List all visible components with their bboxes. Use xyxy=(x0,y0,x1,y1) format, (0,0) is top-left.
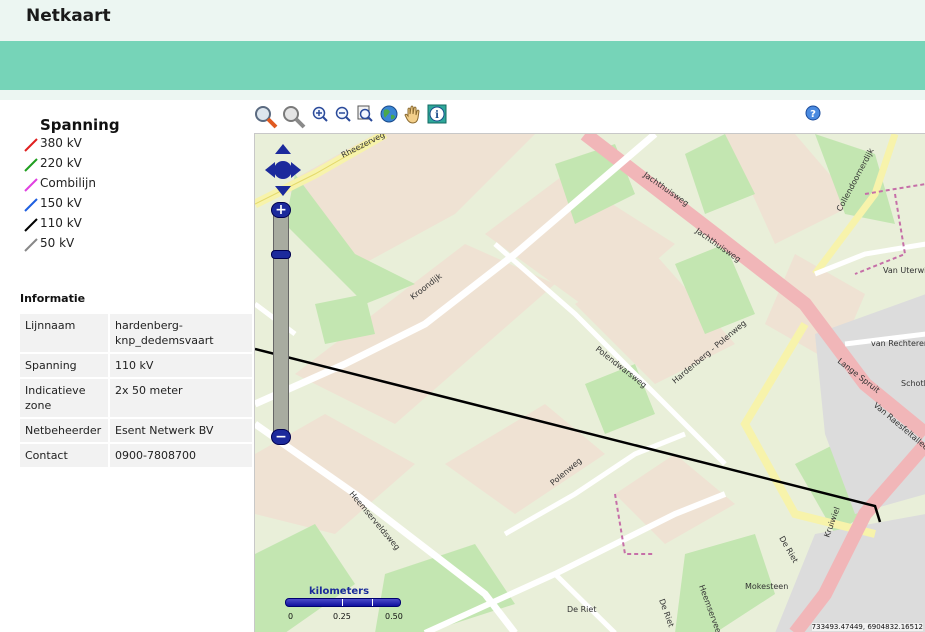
scale-tick xyxy=(342,599,343,606)
info-value: hardenberg-knp_dedemsvaart xyxy=(110,314,252,352)
map-basemap[interactable]: Rheezerveg Kroondijk Jachthuisweg Jachth… xyxy=(255,134,925,632)
table-row: Lijnnaam hardenberg-knp_dedemsvaart xyxy=(20,314,252,352)
zoom-out-icon[interactable] xyxy=(334,104,352,126)
scale-tick-label: 0.50 xyxy=(385,612,403,621)
zoom-plus-button[interactable]: + xyxy=(271,202,291,218)
line-swatch-icon xyxy=(24,238,38,252)
scale-tick-label: 0.25 xyxy=(333,612,351,621)
legend-label: 50 kV xyxy=(40,236,75,250)
table-row: Contact 0900-7808700 xyxy=(20,444,252,467)
legend-label: 380 kV xyxy=(40,136,82,150)
info-key: Contact xyxy=(20,444,110,467)
line-swatch-icon xyxy=(24,138,38,152)
page-header: Netkaart xyxy=(0,0,925,41)
line-swatch-icon xyxy=(24,218,38,232)
scale-unit: kilometers xyxy=(309,586,370,597)
street-label: Van Uterwijk xyxy=(883,266,925,275)
header-band xyxy=(0,41,925,90)
zoom-handle[interactable] xyxy=(271,250,291,259)
legend-item-380kv: 380 kV xyxy=(20,136,220,154)
legend-label: 110 kV xyxy=(40,216,82,230)
info-icon[interactable]: i xyxy=(427,104,447,126)
globe-icon[interactable] xyxy=(379,104,399,126)
pan-navigation-icon[interactable] xyxy=(263,142,303,198)
legend-label: 220 kV xyxy=(40,156,82,170)
page-title: Netkaart xyxy=(26,6,111,26)
street-label: van Rechteren xyxy=(871,339,925,348)
scale-bar-graphic xyxy=(285,598,401,607)
info-panel: Informatie Lijnnaam hardenberg-knp_dedem… xyxy=(20,292,252,469)
street-label: De Riet xyxy=(567,605,596,614)
help-icon[interactable]: ? xyxy=(805,104,821,124)
legend-item-110kv: 110 kV xyxy=(20,216,220,234)
info-value: 110 kV xyxy=(110,354,252,377)
info-heading: Informatie xyxy=(20,292,86,305)
legend-label: 150 kV xyxy=(40,196,82,210)
line-swatch-icon xyxy=(24,158,38,172)
street-label: Mokesteen xyxy=(745,582,788,591)
table-row: Netbeheerder Esent Netwerk BV xyxy=(20,419,252,442)
zoom-out-box-icon[interactable] xyxy=(281,104,307,130)
table-row: Spanning 110 kV xyxy=(20,354,252,377)
legend-item-combilijn: Combilijn xyxy=(20,176,220,194)
coordinate-readout: 733493.47449, 6904832.16512 xyxy=(811,623,923,631)
info-table: Lijnnaam hardenberg-knp_dedemsvaart Span… xyxy=(20,312,252,469)
legend-item-150kv: 150 kV xyxy=(20,196,220,214)
svg-text:?: ? xyxy=(810,109,816,120)
info-key: Spanning xyxy=(20,354,110,377)
line-swatch-icon xyxy=(24,178,38,192)
info-value: 2x 50 meter xyxy=(110,379,252,417)
zoom-extent-icon[interactable] xyxy=(356,104,374,126)
zoom-track[interactable] xyxy=(273,210,289,438)
info-key: Lijnnaam xyxy=(20,314,110,352)
scale-tick-label: 0 xyxy=(288,612,294,621)
map-toolbar: i ? xyxy=(253,104,925,130)
header-subband xyxy=(0,90,925,100)
legend-heading: Spanning xyxy=(40,116,120,134)
info-key: Indicatieve zone xyxy=(20,379,110,417)
zoom-in-box-icon[interactable] xyxy=(253,104,279,130)
info-value: Esent Netwerk BV xyxy=(110,419,252,442)
scale-bar: kilometers 0 0.25 0.50 xyxy=(285,586,415,626)
svg-text:i: i xyxy=(435,110,439,121)
legend-label: Combilijn xyxy=(40,176,96,190)
street-label: Schotl xyxy=(901,379,925,388)
info-key: Netbeheerder xyxy=(20,419,110,442)
zoom-minus-button[interactable]: − xyxy=(271,429,291,445)
table-row: Indicatieve zone 2x 50 meter xyxy=(20,379,252,417)
legend-item-50kv: 50 kV xyxy=(20,236,220,254)
pan-hand-icon[interactable] xyxy=(403,104,423,126)
scale-tick xyxy=(372,599,373,606)
zoom-in-icon[interactable] xyxy=(311,104,329,126)
map-viewer[interactable]: Rheezerveg Kroondijk Jachthuisweg Jachth… xyxy=(254,133,925,632)
zoom-slider[interactable]: + − xyxy=(270,202,292,446)
info-value: 0900-7808700 xyxy=(110,444,252,467)
line-swatch-icon xyxy=(24,198,38,212)
legend-item-220kv: 220 kV xyxy=(20,156,220,174)
